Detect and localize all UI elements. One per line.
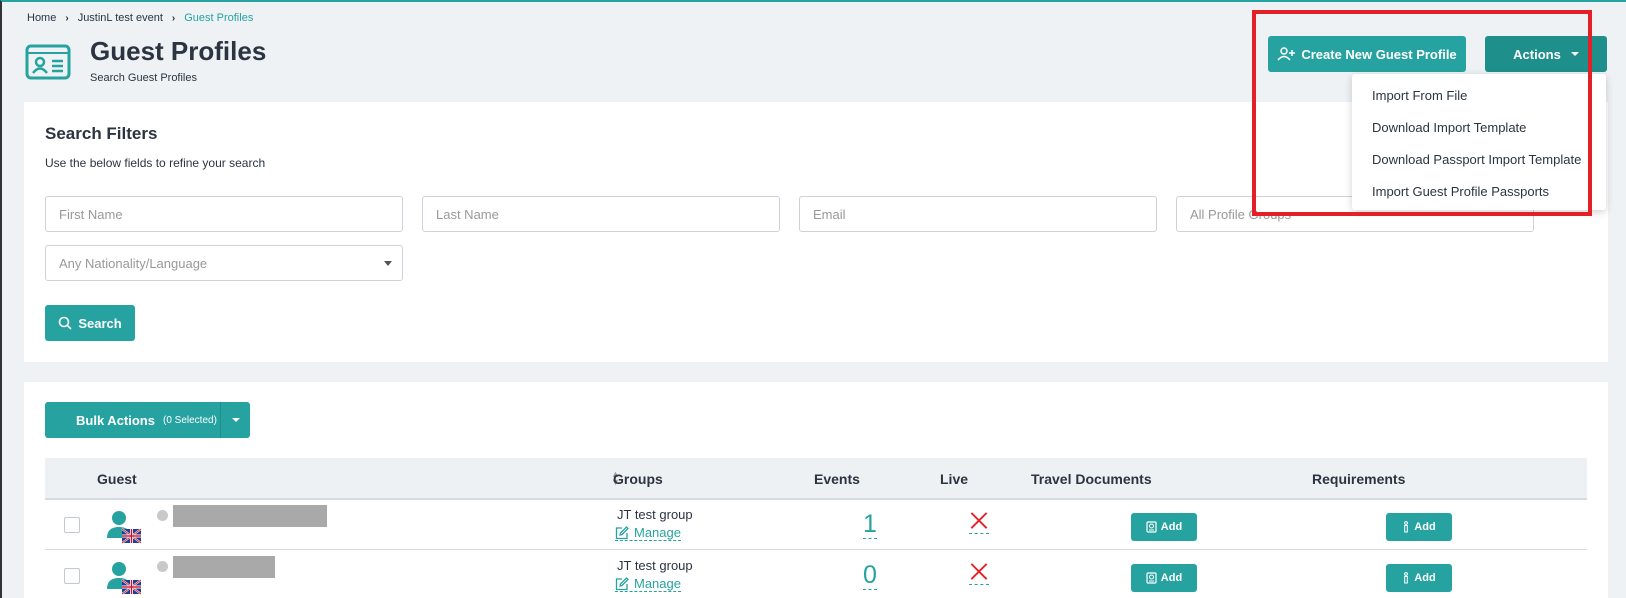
filters-description: Use the below fields to refine your sear… — [45, 156, 266, 170]
nationality-select-value: Any Nationality/Language — [59, 255, 208, 271]
table-header: Guest ▲ ▼ Groups Events Live Travel Docum… — [45, 458, 1587, 500]
filters-title: Search Filters — [45, 124, 158, 143]
column-events: Events — [814, 471, 860, 487]
group-name: JT test group — [617, 507, 693, 522]
email-input[interactable]: Email — [799, 196, 1157, 232]
chevron-right-icon: › — [171, 12, 176, 24]
add-label: Add — [1160, 572, 1183, 584]
add-label: Add — [1414, 572, 1436, 584]
breadcrumb-home[interactable]: Home — [27, 12, 56, 24]
add-travel-document-button[interactable]: Add — [1131, 564, 1197, 592]
breadcrumb-current: Guest Profiles — [184, 12, 254, 24]
add-label: Add — [1414, 521, 1436, 533]
bulk-actions-toggle[interactable] — [220, 402, 250, 438]
chevron-right-icon: › — [65, 12, 69, 24]
search-button[interactable]: Search — [45, 305, 135, 341]
breadcrumb: Home › JustinL test event › Guest Profil… — [27, 12, 253, 24]
add-requirement-button[interactable]: Add — [1386, 513, 1452, 541]
table-row: JT test group Manage 1 Add Add — [45, 500, 1587, 550]
first-name-input[interactable]: First Name — [45, 196, 403, 232]
edit-icon — [615, 525, 629, 539]
column-groups: Groups — [613, 471, 663, 487]
column-live: Live — [940, 471, 969, 487]
passport-icon — [1146, 572, 1157, 584]
id-card-icon — [25, 44, 71, 80]
info-icon — [1404, 521, 1409, 533]
add-requirement-button[interactable]: Add — [1386, 564, 1452, 592]
events-count[interactable]: 1 — [863, 510, 877, 539]
group-name: JT test group — [617, 558, 693, 573]
bulk-selected-count: (0 Selected) — [162, 414, 217, 426]
column-travel-documents: Travel Documents — [1031, 471, 1152, 487]
bulk-actions-label: Bulk Actions — [76, 412, 155, 428]
status-dot — [157, 561, 168, 572]
search-button-label: Search — [78, 315, 122, 331]
column-requirements: Requirements — [1312, 471, 1406, 487]
row-checkbox[interactable] — [64, 517, 80, 533]
bulk-actions-button[interactable]: Bulk Actions (0 Selected) — [45, 402, 250, 438]
highlight-box — [1252, 10, 1592, 216]
manage-groups-link[interactable]: Manage — [615, 525, 681, 541]
manage-label: Manage — [634, 525, 681, 540]
add-label: Add — [1160, 521, 1183, 533]
manage-groups-link[interactable]: Manage — [615, 576, 681, 592]
events-count[interactable]: 0 — [863, 561, 877, 590]
column-guest[interactable]: Guest — [97, 471, 137, 487]
close-icon — [969, 563, 989, 585]
info-icon — [1404, 572, 1409, 584]
passport-icon — [1146, 521, 1157, 533]
search-icon — [59, 316, 72, 330]
last-name-input[interactable]: Last Name — [422, 196, 780, 232]
caret-down-icon — [384, 261, 392, 266]
page-subtitle: Search Guest Profiles — [90, 72, 197, 84]
results-panel: Bulk Actions (0 Selected) Guest ▲ ▼ Group… — [24, 382, 1608, 598]
nationality-select[interactable]: Any Nationality/Language — [45, 245, 403, 281]
caret-down-icon — [231, 418, 240, 422]
redacted-guest-name[interactable] — [173, 505, 327, 527]
row-checkbox[interactable] — [64, 568, 80, 584]
close-icon — [969, 512, 989, 534]
status-dot — [157, 510, 168, 521]
manage-label: Manage — [634, 576, 681, 591]
breadcrumb-event[interactable]: JustinL test event — [78, 12, 163, 24]
guest-avatar-icon — [107, 511, 141, 544]
redacted-guest-name[interactable] — [173, 556, 275, 578]
guest-avatar-icon — [107, 562, 141, 595]
add-travel-document-button[interactable]: Add — [1131, 513, 1197, 541]
table-row: JT test group Manage 0 Add Add — [45, 551, 1587, 598]
page-title: Guest Profiles — [90, 36, 267, 66]
edit-icon — [615, 576, 629, 590]
